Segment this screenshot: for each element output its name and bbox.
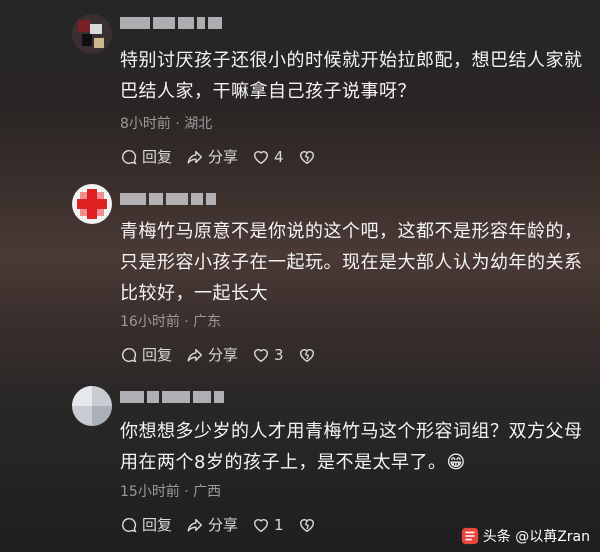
avatar[interactable] bbox=[72, 184, 112, 224]
dislike-button[interactable] bbox=[298, 346, 316, 364]
like-count: 3 bbox=[274, 345, 284, 364]
share-icon bbox=[187, 150, 203, 164]
avatar[interactable] bbox=[72, 386, 112, 426]
watermark-text: 头条 @以苒Zran bbox=[482, 529, 590, 545]
username-blurred[interactable] bbox=[120, 16, 222, 30]
dislike-button[interactable] bbox=[298, 148, 316, 166]
like-count: 4 bbox=[274, 147, 284, 166]
reply-button[interactable]: 回复 bbox=[120, 344, 172, 365]
share-label: 分享 bbox=[208, 516, 239, 534]
avatar[interactable] bbox=[72, 14, 112, 54]
comment-1: 特别讨厌孩子还很小的时候就开始拉郎配，想巴结人家就巴结人家，干嘛拿自己孩子说事呀… bbox=[0, 0, 600, 170]
username-blurred[interactable] bbox=[120, 192, 216, 206]
reply-icon bbox=[121, 149, 137, 164]
like-icon bbox=[254, 348, 269, 362]
comment-2: 青梅竹马原意不是你说的这个吧，这都不是形容年龄的，只是形容小孩子在一起玩。现在是… bbox=[0, 170, 600, 370]
comment-actions: 回复 分享 1 bbox=[120, 514, 330, 535]
like-button[interactable]: 3 bbox=[252, 346, 284, 364]
source-watermark: 头条 @以苒Zran bbox=[461, 526, 590, 546]
share-icon bbox=[187, 348, 203, 362]
reply-label: 回复 bbox=[142, 516, 173, 534]
toutiao-logo-icon bbox=[461, 527, 478, 545]
like-count: 1 bbox=[274, 515, 284, 534]
like-icon bbox=[254, 518, 269, 532]
dislike-icon bbox=[299, 348, 314, 362]
reply-label: 回复 bbox=[142, 148, 173, 166]
like-button[interactable]: 1 bbox=[252, 516, 284, 534]
like-button[interactable]: 4 bbox=[252, 148, 284, 166]
share-icon bbox=[187, 518, 203, 532]
reply-button[interactable]: 回复 bbox=[120, 514, 172, 535]
reply-icon bbox=[121, 347, 137, 362]
share-label: 分享 bbox=[208, 148, 239, 166]
reply-button[interactable]: 回复 bbox=[120, 146, 172, 167]
comment-text: 青梅竹马原意不是你说的这个吧，这都不是形容年龄的，只是形容小孩子在一起玩。现在是… bbox=[120, 221, 583, 304]
username-blurred[interactable] bbox=[120, 390, 224, 404]
share-button[interactable]: 分享 bbox=[186, 344, 238, 365]
comment-text: 特别讨厌孩子还很小的时候就开始拉郎配，想巴结人家就巴结人家，干嘛拿自己孩子说事呀… bbox=[120, 50, 583, 102]
share-button[interactable]: 分享 bbox=[186, 146, 238, 167]
reply-icon bbox=[121, 517, 137, 532]
share-label: 分享 bbox=[208, 346, 239, 364]
dislike-icon bbox=[299, 150, 314, 164]
comment-actions: 回复 分享 3 bbox=[120, 344, 330, 365]
share-button[interactable]: 分享 bbox=[186, 514, 238, 535]
like-icon bbox=[254, 150, 269, 164]
dislike-button[interactable] bbox=[298, 516, 316, 534]
comment-meta: 15小时前 · 广西 bbox=[120, 484, 222, 500]
comment-actions: 回复 分享 4 bbox=[120, 146, 330, 167]
comment-meta: 16小时前 · 广东 bbox=[120, 314, 222, 330]
dislike-icon bbox=[299, 518, 314, 532]
reply-label: 回复 bbox=[142, 346, 173, 364]
comment-text: 你想想多少岁的人才用青梅竹马这个形容词组？双方父母用在两个8岁的孩子上，是不是太… bbox=[120, 421, 583, 473]
comment-meta: 8小时前 · 湖北 bbox=[120, 116, 213, 132]
